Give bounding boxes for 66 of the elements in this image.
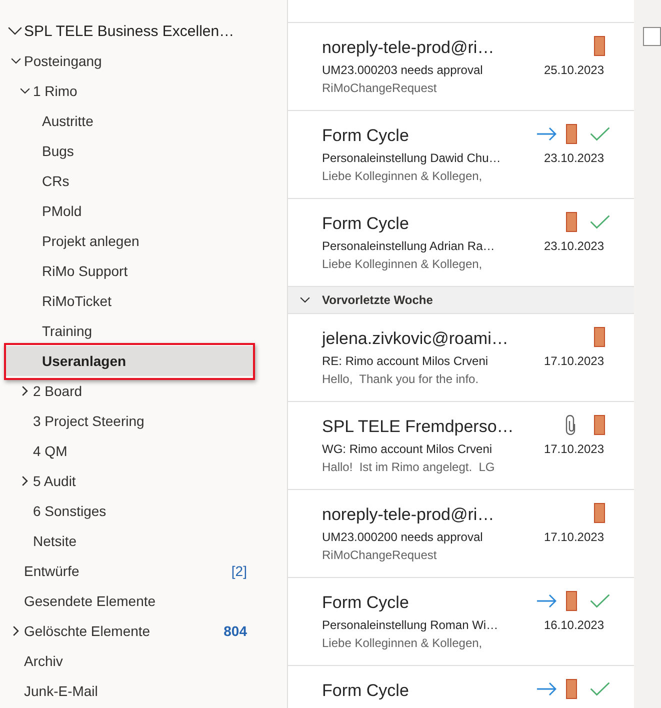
folder-item[interactable]: 5 Audit (5, 466, 253, 496)
received-date: 16.10.2023 (544, 617, 604, 634)
preview-text: Liebe Kolleginnen & Kollegen, (322, 256, 484, 273)
folder-item[interactable]: RiMoTicket (5, 286, 253, 316)
received-date: 17.10.2023 (544, 353, 604, 370)
chevron-icon[interactable] (300, 297, 310, 303)
folder-item[interactable]: 4 QM (5, 436, 253, 466)
received-date: 25.10.2023 (544, 62, 604, 79)
chevron-icon[interactable] (13, 626, 19, 636)
folder-item[interactable]: 2 Board (5, 376, 253, 406)
chevron-icon[interactable] (8, 27, 22, 35)
subject-line: UM23.000200 needs approval (322, 529, 484, 546)
preview-text: Hallo! Ist im Rimo angelegt. LG (322, 459, 496, 476)
folder-item[interactable]: Gesendete Elemente (5, 586, 253, 616)
preview-text: Liebe Kolleginnen & Kollegen, (322, 168, 484, 185)
preview-text: Hello, Thank you for the info. (322, 371, 480, 388)
folder-item[interactable]: Gelöschte Elemente 804 (5, 616, 253, 646)
subject-line: RE: Rimo account Milos Crveni (322, 353, 490, 370)
preview-text: RiMoChangeRequest (322, 80, 438, 97)
received-date: 17.10.2023 (544, 529, 604, 546)
received-date: 23.10.2023 (544, 238, 604, 255)
sender-name: Form Cycle (322, 592, 410, 614)
folder-item[interactable]: Entwürfe [2] (5, 556, 253, 586)
sender-name: Form Cycle (322, 213, 410, 235)
received-date: 17.10.2023 (544, 441, 604, 458)
group-header[interactable]: Vorvorletzte Woche (288, 287, 634, 314)
folder-item[interactable]: CRs (5, 166, 253, 196)
square-outline-icon (643, 27, 661, 46)
folder-item[interactable]: PMold (5, 196, 253, 226)
folder-item[interactable]: 3 Project Steering (5, 406, 253, 436)
sender-name: Form Cycle (322, 125, 410, 147)
folder-item[interactable]: 1 Rimo (5, 76, 253, 106)
sender-name: Form Cycle (322, 680, 410, 702)
folder-item[interactable]: Netsite (5, 526, 253, 556)
subject-line: Personaleinstellung Roman Wi… (322, 617, 500, 634)
folder-item[interactable]: Junk-E-Mail (5, 676, 253, 706)
sender-name: noreply-tele-prod@ri… (322, 37, 496, 59)
folder-item[interactable]: Austritte (5, 106, 253, 136)
chevron-icon[interactable] (20, 88, 30, 94)
folder-item[interactable]: Archiv (5, 646, 253, 676)
account-header[interactable]: SPL TELE Business Excellen… (5, 16, 253, 46)
folder-item[interactable]: Bugs (5, 136, 253, 166)
chevron-icon[interactable] (11, 58, 21, 64)
subject-line: WG: Rimo account Milos Crveni (322, 441, 494, 458)
sender-name: jelena.zivkovic@roami… (322, 328, 510, 350)
subject-line: Personaleinstellung Dawid Chu… (322, 150, 502, 167)
preview-text: RiMoChangeRequest (322, 547, 438, 564)
folder-item[interactable]: Training (5, 316, 253, 346)
chevron-icon[interactable] (22, 386, 28, 396)
checkmark-icon[interactable] (590, 594, 610, 608)
subject-line: Personaleinstellung Adrian Ra… (322, 238, 496, 255)
sender-name: SPL TELE Fremdperso… (322, 416, 515, 438)
checkmark-icon[interactable] (590, 682, 610, 696)
chevron-icon[interactable] (22, 476, 28, 486)
folder-item[interactable]: RiMo Support (5, 256, 253, 286)
folder-item[interactable]: 6 Sonstiges (5, 496, 253, 526)
subject-line: UM23.000203 needs approval (322, 62, 484, 79)
item-count: [2] (231, 563, 247, 579)
checkmark-icon[interactable] (590, 127, 610, 141)
preview-text: Liebe Kolleginnen & Kollegen, (322, 635, 484, 652)
received-date: 23.10.2023 (544, 150, 604, 167)
folder-item[interactable]: Posteingang (5, 46, 253, 76)
folder-item[interactable]: Projekt anlegen (5, 226, 253, 256)
checkmark-icon[interactable] (590, 215, 610, 229)
unread-count: 804 (224, 623, 247, 639)
sender-name: noreply-tele-prod@ri… (322, 504, 496, 526)
